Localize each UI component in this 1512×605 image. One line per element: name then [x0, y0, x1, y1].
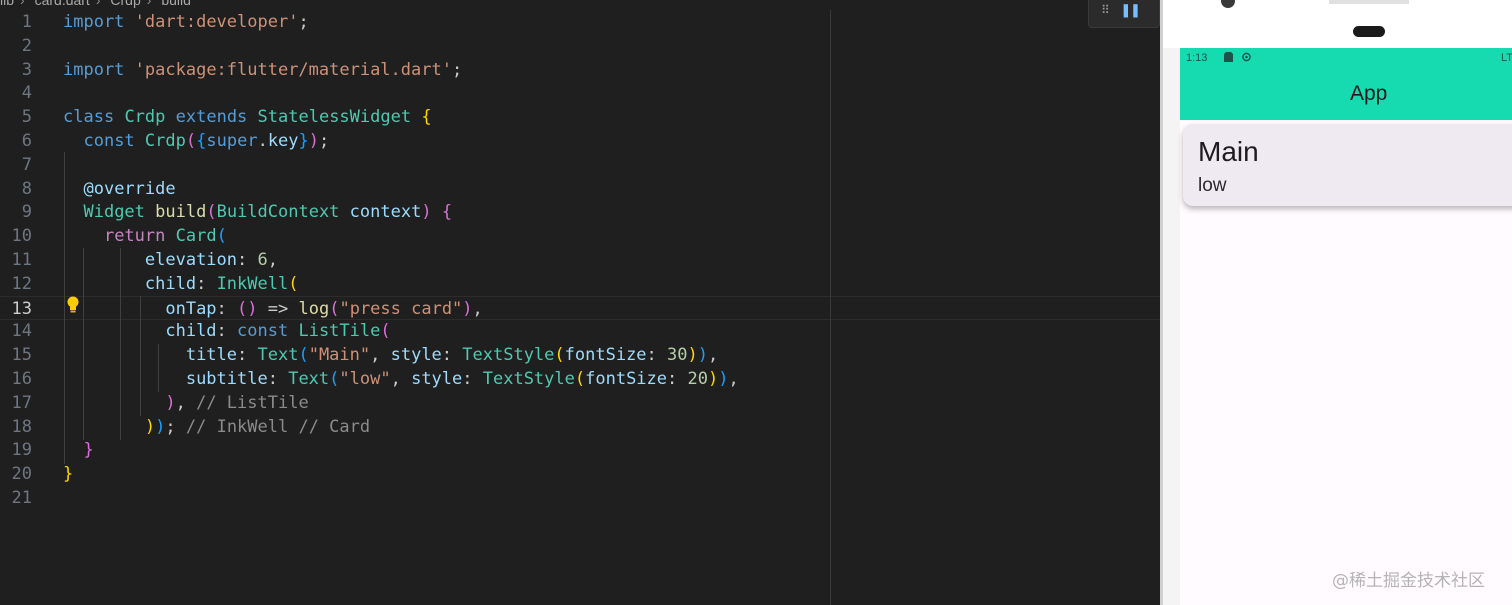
- card-subtitle: low: [1198, 175, 1227, 196]
- code-line[interactable]: 4: [0, 81, 1160, 105]
- breadcrumb-item[interactable]: card.dart: [35, 0, 90, 8]
- code-line[interactable]: 9 Widget build(BuildContext context) {: [0, 200, 1160, 224]
- phone-bezel: [1163, 0, 1512, 48]
- code-line[interactable]: 11 elevation: 6,: [0, 248, 1160, 272]
- lightbulb-icon[interactable]: [66, 296, 80, 314]
- code-line[interactable]: 2: [0, 34, 1160, 58]
- line-number: 7: [21, 154, 32, 175]
- line-number: 13: [11, 298, 32, 319]
- code-text[interactable]: const Crdp({super.key});: [63, 129, 329, 153]
- line-number: 19: [11, 440, 32, 461]
- code-line[interactable]: 17 ), // ListTile: [0, 391, 1160, 415]
- list-tile-card[interactable]: Main low: [1183, 124, 1512, 206]
- code-line[interactable]: 5 class Crdp extends StatelessWidget {: [0, 105, 1160, 129]
- sim-card-icon: [1224, 52, 1233, 62]
- indent-guide: [140, 296, 141, 416]
- line-number: 4: [21, 83, 32, 104]
- line-number: 20: [11, 464, 32, 485]
- line-number: 3: [21, 59, 32, 80]
- line-number: 10: [11, 226, 32, 247]
- code-line[interactable]: 3 import 'package:flutter/material.dart';: [0, 58, 1160, 82]
- code-line[interactable]: 10 return Card(: [0, 224, 1160, 248]
- code-line[interactable]: 13 onTap: () => log("press card"),: [0, 295, 1160, 321]
- code-text[interactable]: child: InkWell(: [63, 272, 299, 296]
- indent-guide: [120, 248, 121, 440]
- line-number: 2: [21, 35, 32, 56]
- line-number: 15: [11, 345, 32, 366]
- card-title: Main: [1198, 136, 1259, 167]
- code-line[interactable]: 15 title: Text("Main", style: TextStyle(…: [0, 343, 1160, 367]
- line-number: 9: [21, 202, 32, 223]
- breadcrumb-item[interactable]: build: [161, 0, 191, 8]
- code-text[interactable]: child: const ListTile(: [63, 319, 390, 343]
- line-number: 1: [21, 12, 32, 32]
- code-text[interactable]: onTap: () => log("press card"),: [63, 297, 482, 321]
- indent-guide: [64, 152, 65, 464]
- indent-guide: [83, 248, 84, 440]
- debug-toolbar: ⠿ ❚❚: [1088, 0, 1160, 28]
- code-line[interactable]: 7: [0, 153, 1160, 177]
- line-number: 5: [21, 107, 32, 128]
- code-line[interactable]: 14 child: const ListTile(: [0, 319, 1160, 343]
- editor-ruler: [830, 10, 831, 605]
- pause-icon[interactable]: ❚❚: [1121, 0, 1140, 19]
- breadcrumb-item[interactable]: lib: [0, 0, 14, 8]
- line-number: 14: [11, 321, 32, 342]
- code-text[interactable]: @override: [63, 177, 175, 201]
- line-number: 21: [11, 488, 32, 508]
- code-text[interactable]: )); // InkWell // Card: [63, 415, 370, 439]
- code-text[interactable]: ), // ListTile: [63, 391, 308, 415]
- bezel-line: [1329, 0, 1409, 4]
- phone-emulator: 1:13 LT App Main low: [1160, 0, 1512, 605]
- status-signal: LT: [1500, 52, 1512, 64]
- code-text[interactable]: return Card(: [63, 224, 227, 248]
- code-line[interactable]: 8 @override: [0, 177, 1160, 201]
- code-text[interactable]: Widget build(BuildContext context) {: [63, 200, 452, 224]
- code-editor[interactable]: lib › card.dart › Crdp › build 1 import 'dar…: [0, 0, 1160, 605]
- code-text[interactable]: import 'dart:developer';: [63, 10, 309, 34]
- code-text[interactable]: import 'package:flutter/material.dart';: [63, 58, 462, 82]
- drag-handle-icon[interactable]: ⠿: [1101, 3, 1110, 17]
- code-text[interactable]: }: [63, 462, 73, 486]
- code-line[interactable]: 19 }: [0, 438, 1160, 462]
- watermark: @稀土掘金技术社区: [1332, 571, 1485, 591]
- breadcrumb-separator: ›: [146, 0, 152, 8]
- code-line[interactable]: 16 subtitle: Text("low", style: TextStyl…: [0, 367, 1160, 391]
- line-number: 17: [11, 392, 32, 413]
- code-text[interactable]: }: [63, 438, 93, 462]
- code-line[interactable]: 6 const Crdp({super.key});: [0, 129, 1160, 153]
- code-text[interactable]: title: Text("Main", style: TextStyle(fon…: [63, 343, 718, 367]
- code-line[interactable]: 1 import 'dart:developer';: [0, 10, 1160, 34]
- code-text[interactable]: subtitle: Text("low", style: TextStyle(f…: [63, 367, 739, 391]
- code-text[interactable]: class Crdp extends StatelessWidget {: [63, 105, 432, 129]
- breadcrumb: lib › card.dart › Crdp › build: [0, 0, 197, 8]
- data-saver-icon: [1242, 52, 1251, 62]
- line-number: 18: [11, 416, 32, 437]
- status-time: 1:13: [1186, 52, 1208, 64]
- app-screen: 1:13 LT App Main low: [1180, 48, 1512, 605]
- code-line[interactable]: 18 )); // InkWell // Card: [0, 415, 1160, 439]
- app-bar: App: [1180, 70, 1512, 120]
- line-number: 8: [21, 178, 32, 199]
- status-bar: 1:13 LT: [1180, 48, 1512, 70]
- breadcrumb-separator: ›: [95, 0, 101, 8]
- breadcrumb-separator: ›: [20, 0, 25, 8]
- line-number: 12: [11, 273, 32, 294]
- app-bar-title: App: [1350, 82, 1388, 105]
- code-text[interactable]: elevation: 6,: [63, 248, 278, 272]
- speaker-icon: [1353, 26, 1385, 37]
- code-line[interactable]: 12 child: InkWell(: [0, 272, 1160, 296]
- code-line[interactable]: 21: [0, 486, 1160, 510]
- line-number: 11: [11, 250, 32, 270]
- code-line[interactable]: 20}: [0, 462, 1160, 486]
- line-number: 16: [11, 369, 32, 389]
- breadcrumb-item[interactable]: Crdp: [110, 0, 140, 8]
- line-number: 6: [21, 131, 32, 151]
- indent-guide: [158, 344, 159, 392]
- camera-icon: [1221, 0, 1235, 8]
